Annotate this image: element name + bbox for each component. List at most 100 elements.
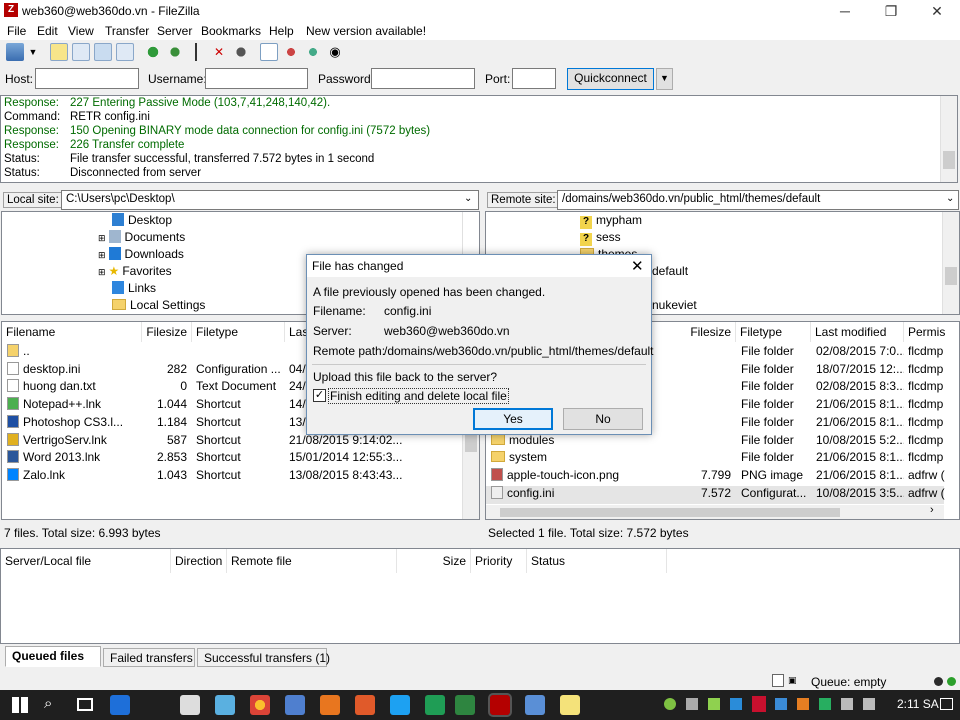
app-icon[interactable] <box>525 695 545 715</box>
remote-col-permissions[interactable]: Permis <box>904 322 959 342</box>
toggle-log-icon[interactable] <box>50 43 68 61</box>
username-input[interactable] <box>205 68 308 89</box>
remote-path-input[interactable]: /domains/web360do.vn/public_html/themes/… <box>557 190 959 210</box>
reconnect-icon[interactable] <box>232 43 250 61</box>
tree-item-sess[interactable]: ? sess <box>580 230 621 247</box>
remote-col-filesize[interactable]: Filesize <box>664 322 736 342</box>
remote-path-dropdown-icon[interactable]: ⌄ <box>946 193 954 204</box>
menu-bookmarks[interactable]: Bookmarks <box>201 24 261 38</box>
tree-item-downloads[interactable]: ⊞ Downloads <box>98 247 184 264</box>
menu-server[interactable]: Server <box>157 24 192 38</box>
tree-item-favorites[interactable]: ⊞ ★ Favorites <box>98 264 172 281</box>
tab-queued-files[interactable]: Queued files <box>5 646 101 667</box>
tree-item-default[interactable]: default <box>652 264 688 281</box>
minimize-button[interactable]: ─ <box>822 0 868 22</box>
app-icon[interactable] <box>455 695 475 715</box>
tree-item-links[interactable]: Links <box>112 281 156 298</box>
search-icon[interactable]: ◉ <box>326 43 344 61</box>
message-log[interactable]: Response: 227 Entering Passive Mode (103,… <box>0 95 958 183</box>
app-icon[interactable] <box>285 695 305 715</box>
queue-col-priority[interactable]: Priority <box>471 549 527 573</box>
menu-edit[interactable]: Edit <box>37 24 58 38</box>
tray-icon[interactable] <box>775 698 787 710</box>
password-input[interactable] <box>371 68 475 89</box>
local-path-dropdown-icon[interactable]: ⌄ <box>464 193 472 204</box>
maximize-button[interactable]: ❐ <box>868 0 914 22</box>
remote-hscrollbar[interactable]: › <box>486 504 944 519</box>
menu-new-version[interactable]: New version available! <box>306 24 426 38</box>
store-icon[interactable] <box>180 695 200 715</box>
menu-view[interactable]: View <box>68 24 94 38</box>
queue-col-direction[interactable]: Direction <box>171 549 227 573</box>
site-manager-dropdown-icon[interactable]: ▼ <box>27 43 39 61</box>
cancel-operation-icon[interactable] <box>188 43 206 61</box>
refresh-icon[interactable] <box>144 43 162 61</box>
queue-col-remote-file[interactable]: Remote file <box>227 549 397 573</box>
remote-col-filetype[interactable]: Filetype <box>736 322 811 342</box>
process-queue-icon[interactable] <box>166 43 184 61</box>
log-scrollbar[interactable] <box>940 96 957 182</box>
task-view-icon[interactable] <box>77 698 93 711</box>
tray-icon[interactable] <box>730 698 742 710</box>
yes-button[interactable]: Yes <box>473 408 553 430</box>
tray-icon[interactable] <box>708 698 720 710</box>
start-icon[interactable] <box>12 697 28 713</box>
app-icon[interactable] <box>425 695 445 715</box>
tree-item-local-settings[interactable]: Local Settings <box>112 298 205 314</box>
toggle-queue-icon[interactable] <box>116 43 134 61</box>
queue-col-size[interactable]: Size <box>397 549 471 573</box>
site-manager-icon[interactable] <box>6 43 24 61</box>
tree-item-desktop[interactable]: Desktop <box>112 213 172 230</box>
queue-col-status[interactable]: Status <box>527 549 667 573</box>
no-button[interactable]: No <box>563 408 643 430</box>
local-col-filename[interactable]: Filename <box>2 322 142 342</box>
directory-comparison-icon[interactable] <box>304 43 322 61</box>
remote-col-last-modified[interactable]: Last modified <box>811 322 904 342</box>
local-col-filetype[interactable]: Filetype <box>192 322 285 342</box>
chrome-icon[interactable] <box>250 695 270 715</box>
local-col-filesize[interactable]: Filesize <box>142 322 192 342</box>
finish-editing-checkbox[interactable]: ✓ <box>313 389 326 402</box>
app-icon[interactable] <box>215 695 235 715</box>
tray-icon[interactable] <box>819 698 831 710</box>
notification-icon[interactable] <box>940 698 953 710</box>
dialog-close-icon[interactable]: ✕ <box>631 257 644 275</box>
network-icon[interactable] <box>841 698 853 710</box>
tray-icon[interactable] <box>797 698 809 710</box>
finish-editing-label[interactable]: Finish editing and delete local file <box>328 388 509 404</box>
menu-transfer[interactable]: Transfer <box>105 24 149 38</box>
remote-tree-scrollbar[interactable] <box>942 212 959 314</box>
toggle-local-tree-icon[interactable] <box>72 43 90 61</box>
tray-icon[interactable] <box>752 696 766 712</box>
queue-col-server-local[interactable]: Server/Local file <box>1 549 171 573</box>
notepad-icon[interactable] <box>560 695 580 715</box>
tree-item-documents[interactable]: ⊞ Documents <box>98 230 185 247</box>
local-path-input[interactable]: C:\Users\pc\Desktop\ <box>61 190 479 210</box>
host-input[interactable] <box>35 68 139 89</box>
menu-file[interactable]: File <box>7 24 26 38</box>
tray-icon[interactable] <box>686 698 698 710</box>
tab-failed-transfers[interactable]: Failed transfers <box>103 648 195 667</box>
port-input[interactable] <box>512 68 556 89</box>
firefox-icon[interactable] <box>320 695 340 715</box>
transfer-queue[interactable]: Server/Local file Direction Remote file … <box>0 548 960 644</box>
menu-help[interactable]: Help <box>269 24 294 38</box>
tab-successful-transfers[interactable]: Successful transfers (1) <box>197 648 330 667</box>
disconnect-icon[interactable]: ✕ <box>210 43 228 61</box>
filezilla-taskbar-icon[interactable] <box>488 693 512 717</box>
tree-item-mypham[interactable]: ? mypham <box>580 213 642 230</box>
close-window-button[interactable]: ✕ <box>914 0 960 22</box>
tree-item-nukeviet[interactable]: nukeviet <box>652 298 697 314</box>
app-icon[interactable] <box>355 695 375 715</box>
skype-icon[interactable] <box>390 695 410 715</box>
search-icon[interactable]: ⌕ <box>44 695 52 712</box>
edge-icon[interactable] <box>110 695 130 715</box>
quickconnect-dropdown-icon[interactable]: ▼ <box>656 68 673 90</box>
toggle-remote-tree-icon[interactable] <box>94 43 112 61</box>
quickconnect-button[interactable]: Quickconnect <box>567 68 654 90</box>
clock[interactable]: 2:11 SA <box>897 697 939 711</box>
toggle-sync-browsing-icon[interactable] <box>282 43 300 61</box>
directory-listing-filters-icon[interactable] <box>260 43 278 61</box>
volume-icon[interactable] <box>863 698 875 710</box>
tray-icon[interactable] <box>664 698 676 710</box>
